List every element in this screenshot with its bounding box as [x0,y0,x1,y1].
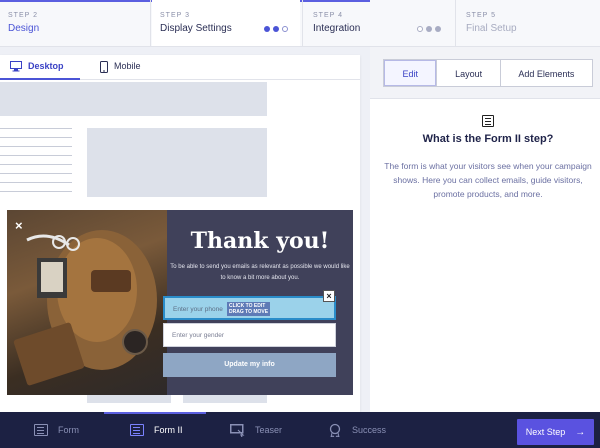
step-number: STEP 5 [466,12,496,19]
progress-dot [426,26,432,32]
mock-image-block [87,128,267,197]
form-icon [34,424,48,436]
step-number: STEP 2 [8,12,38,19]
tab-label: Desktop [28,61,64,71]
bottom-item-label: Form II [154,425,183,435]
bottom-item-form[interactable]: Form [34,412,79,448]
next-step-label: Next Step [525,427,566,437]
field-close-icon[interactable]: × [323,290,335,302]
panel-tabs: Edit Layout Add Elements [383,59,593,87]
step-title: Final Setup [466,23,517,34]
bottom-item-form-ii[interactable]: Form II [130,412,183,448]
bottom-item-label: Form [58,425,79,435]
form-document-icon [482,115,494,127]
next-step-button[interactable]: Next Step → [517,419,594,445]
tab-desktop[interactable]: Desktop [0,55,80,80]
popup-form[interactable]: × Thank you! To be able to send you emai… [7,210,353,395]
step-final-setup[interactable]: STEP 5 Final Setup [458,0,600,46]
panel-tabs-bar: Edit Layout Add Elements [370,47,600,99]
progress-dot [435,26,441,32]
step-number: STEP 4 [313,12,343,19]
gender-field[interactable]: Enter your gender [163,323,336,347]
teaser-icon [230,423,245,437]
progress-dot [282,26,288,32]
edit-tooltip-line: DRAG TO MOVE [229,309,269,315]
step-divider [150,0,151,46]
panel-heading: What is the Form II step? [422,133,554,145]
bottom-item-label: Success [352,425,387,435]
step-display-settings[interactable]: STEP 3 Display Settings [152,0,300,46]
success-badge-icon [329,423,341,437]
mock-text-line [0,164,72,165]
popup-title[interactable]: Thank you! [167,228,353,254]
step-divider [455,0,456,46]
step-integration[interactable]: STEP 4 Integration [305,0,453,46]
mock-text-line [0,146,72,147]
mock-text-line [0,173,72,174]
update-info-button[interactable]: Update my info [163,353,336,377]
step-design[interactable]: STEP 2 Design [0,0,148,46]
step-progress-dots [264,26,288,32]
desktop-icon [10,61,22,72]
popup-description[interactable]: To be able to send you emails as relevan… [167,262,353,284]
bottom-step-bar: Form Form II Teaser Success [0,412,600,448]
edit-tooltip: CLICK TO EDIT DRAG TO MOVE [227,302,271,316]
progress-dot [264,26,270,32]
form-icon [130,424,144,436]
bottom-item-teaser[interactable]: Teaser [230,412,282,448]
tab-add-elements[interactable]: Add Elements [501,60,592,86]
mock-header-block [0,82,267,116]
editor-side-panel: Edit Layout Add Elements What is the For… [370,47,600,412]
mock-text-line [0,137,72,138]
step-divider [302,0,303,46]
tab-mobile[interactable]: Mobile [90,55,170,80]
steps-bar: STEP 2 Design STEP 3 Display Settings ST… [0,0,600,47]
progress-dot [417,26,423,32]
progress-dot [273,26,279,32]
panel-description: The form is what your visitors see when … [384,161,592,199]
mock-text-line [0,128,72,129]
popup-close-icon[interactable]: × [15,218,23,233]
tab-edit[interactable]: Edit [384,60,438,86]
device-tabs: Desktop Mobile [0,55,360,80]
step-title: Design [8,23,40,34]
tab-layout[interactable]: Layout [437,60,501,86]
step-number: STEP 3 [160,12,190,19]
mock-footer-block [183,395,267,403]
mock-text-line [0,182,72,183]
step-progress-dots [417,26,441,32]
bottom-item-label: Teaser [255,425,283,435]
tab-label: Mobile [114,61,141,71]
mock-footer-block [87,395,171,403]
popup-image [7,210,167,395]
mock-text-line [0,191,72,192]
bottom-item-success[interactable]: Success [328,412,386,448]
arrow-right-icon: → [575,426,586,438]
bag-photo-illustration [13,230,157,386]
mobile-icon [100,61,108,73]
mock-text-line [0,155,72,156]
